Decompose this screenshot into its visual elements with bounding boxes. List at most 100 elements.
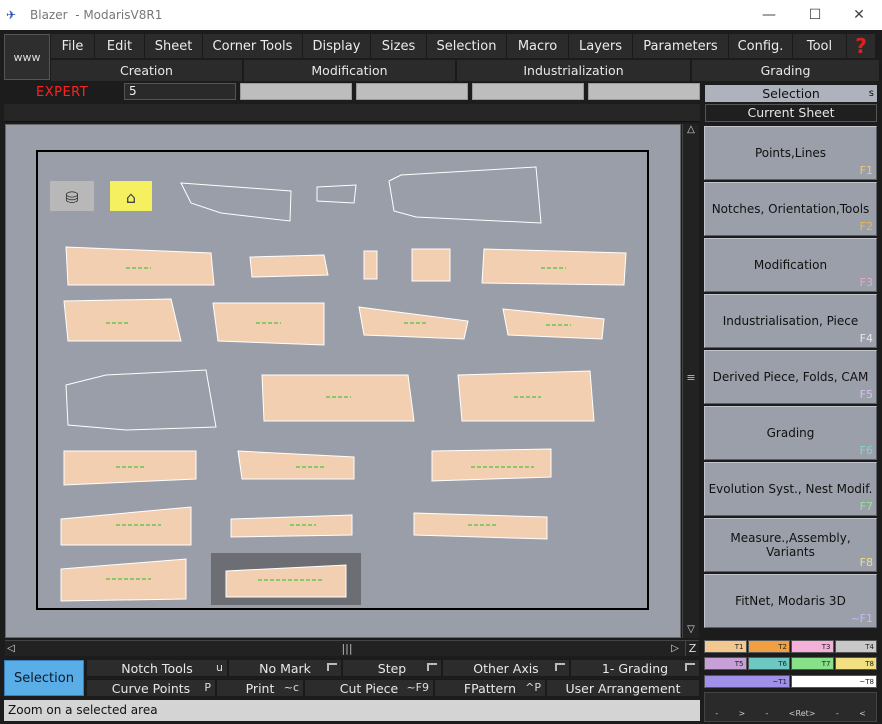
scroll-hgrip-icon[interactable]: ||| <box>340 641 354 656</box>
app-icon: ✈ <box>6 8 17 22</box>
tool-label: User Arrangement <box>565 680 681 696</box>
function-button-4[interactable]: Industrialisation, Piece F4 <box>704 294 877 348</box>
tool-user-arrangement[interactable]: User Arrangement <box>546 679 700 697</box>
nav-key[interactable]: < <box>859 709 866 718</box>
param-field-1[interactable] <box>240 83 352 100</box>
menu-config-[interactable]: Config. <box>729 34 793 58</box>
function-button-9[interactable]: FitNet, Modaris 3D ~F1 <box>704 574 877 628</box>
function-label: FitNet, Modaris 3D <box>735 594 846 608</box>
scroll-left-icon[interactable]: ◁ <box>5 642 17 656</box>
tool-no-mark[interactable]: No Mark <box>228 659 342 677</box>
menu-sizes[interactable]: Sizes <box>371 34 427 58</box>
function-button-1[interactable]: Points,Lines F1 <box>704 126 877 180</box>
function-key-label: F1 <box>859 164 873 177</box>
scroll-up-icon[interactable]: △ <box>684 124 698 136</box>
menu-parameters[interactable]: Parameters <box>633 34 729 58</box>
nav-key[interactable]: > <box>738 709 745 718</box>
param-field-4[interactable] <box>588 83 700 100</box>
function-key-label: F7 <box>859 500 873 513</box>
color-swatch-alt-t8[interactable]: ~T8 <box>791 675 877 688</box>
function-key-label: F3 <box>859 276 873 289</box>
color-swatch-t6[interactable]: T6 <box>747 657 790 670</box>
menu-selection[interactable]: Selection <box>427 34 507 58</box>
menu-edit[interactable]: Edit <box>95 34 145 58</box>
tab-industrialization[interactable]: Industrialization <box>457 60 692 81</box>
tool-notch-tools[interactable]: Notch Tools u <box>86 659 228 677</box>
info-bar <box>4 104 700 122</box>
tool-fpattern[interactable]: FPattern ^P <box>434 679 546 697</box>
close-icon[interactable]: ✕ <box>836 0 882 30</box>
color-swatch-t4[interactable]: T4 <box>834 640 877 653</box>
param-field-3[interactable] <box>472 83 584 100</box>
menu-layers[interactable]: Layers <box>569 34 633 58</box>
nav-key[interactable]: - <box>766 709 769 718</box>
color-swatch-row-1: T1 T2 T3 T4 <box>704 640 877 653</box>
scroll-right-icon[interactable]: ▷ <box>669 642 681 656</box>
tab-creation[interactable]: Creation <box>51 60 244 81</box>
menu-tool[interactable]: Tool <box>793 34 847 58</box>
menu-corner-tools[interactable]: Corner Tools <box>203 34 303 58</box>
tool-cut-piece[interactable]: Cut Piece ~F9 <box>304 679 434 697</box>
menu-display[interactable]: Display <box>303 34 371 58</box>
vertical-scrollbar[interactable]: △ ≡ ▽ <box>682 124 699 638</box>
param-field-2[interactable] <box>356 83 468 100</box>
color-swatch-t7[interactable]: T7 <box>791 657 834 670</box>
pattern-sheet[interactable]: ⛁ ⌂ <box>6 125 682 639</box>
tool-1-grading[interactable]: 1- Grading <box>570 659 700 677</box>
function-label: Points,Lines <box>754 146 827 160</box>
tool-label: Other Axis <box>473 660 539 676</box>
shortcut-label: ~c <box>283 681 299 694</box>
www-button[interactable]: www <box>4 34 50 80</box>
toggle-flag-icon <box>427 663 437 671</box>
tool-other-axis[interactable]: Other Axis <box>442 659 570 677</box>
title-bar: ✈ Blazer - ModarisV8R1 — ☐ ✕ <box>0 0 882 30</box>
color-swatch-t5[interactable]: T5 <box>704 657 747 670</box>
horizontal-scrollbar[interactable]: ◁ ||| ▷ Z <box>5 640 699 656</box>
work-canvas[interactable]: ⛁ ⌂ <box>5 124 681 638</box>
selection-header[interactable]: Selection s <box>705 85 877 102</box>
help-icon[interactable]: ? <box>847 34 875 58</box>
function-label: Industrialisation, Piece <box>722 314 859 328</box>
menu-file[interactable]: File <box>51 34 95 58</box>
function-button-5[interactable]: Derived Piece, Folds, CAM F5 <box>704 350 877 404</box>
current-sheet-button[interactable]: Current Sheet <box>705 104 877 122</box>
tool-print[interactable]: Print ~c <box>216 679 304 697</box>
color-swatch-alt-t1[interactable]: ~T1 <box>704 675 790 688</box>
tab-grading[interactable]: Grading <box>692 60 881 81</box>
nav-key[interactable]: - <box>715 709 718 718</box>
tool-step[interactable]: Step <box>342 659 442 677</box>
sub-menu-bar: Creation Modification Industrialization Gra… <box>51 60 881 81</box>
maximize-icon[interactable]: ☐ <box>792 0 838 30</box>
nav-key[interactable]: <Ret> <box>789 709 816 718</box>
function-panel: Points,Lines F1 Notches, Orientation,Tools… <box>704 126 877 630</box>
scroll-down-icon[interactable]: ▽ <box>684 624 698 636</box>
function-button-3[interactable]: Modification F3 <box>704 238 877 292</box>
color-swatch-t8[interactable]: T8 <box>834 657 877 670</box>
minimize-icon[interactable]: — <box>746 0 792 30</box>
function-button-7[interactable]: Evolution Syst., Nest Modif. F7 <box>704 462 877 516</box>
color-swatch-row-2: T5 T6 T7 T8 <box>704 657 877 670</box>
value-field[interactable]: 5 <box>124 83 236 100</box>
function-button-2[interactable]: Notches, Orientation,Tools F2 <box>704 182 877 236</box>
scroll-grip-icon[interactable]: ≡ <box>686 372 696 384</box>
function-label: Grading <box>766 426 815 440</box>
svg-text:⌂: ⌂ <box>126 188 136 207</box>
color-swatch-t1[interactable]: T1 <box>704 640 747 653</box>
tool-curve-points[interactable]: Curve Points P <box>86 679 216 697</box>
selected-piece[interactable] <box>225 564 347 598</box>
toggle-flag-icon <box>555 663 565 671</box>
menu-sheet[interactable]: Sheet <box>145 34 203 58</box>
selection-button[interactable]: Selection <box>4 660 84 696</box>
nav-key[interactable]: - <box>836 709 839 718</box>
color-swatch-t3[interactable]: T3 <box>791 640 834 653</box>
function-button-8[interactable]: Measure.,Assembly, Variants F8 <box>704 518 877 572</box>
function-key-label: F5 <box>859 388 873 401</box>
zoom-icon[interactable]: Z <box>685 641 699 656</box>
function-button-6[interactable]: Grading F6 <box>704 406 877 460</box>
tab-modification[interactable]: Modification <box>244 60 457 81</box>
menu-macro[interactable]: Macro <box>507 34 569 58</box>
pattern-pieces[interactable] <box>60 246 627 602</box>
mode-row: EXPERT 5 <box>4 83 700 102</box>
color-swatch-t2[interactable]: T2 <box>747 640 790 653</box>
tool-label: Step <box>377 660 407 676</box>
